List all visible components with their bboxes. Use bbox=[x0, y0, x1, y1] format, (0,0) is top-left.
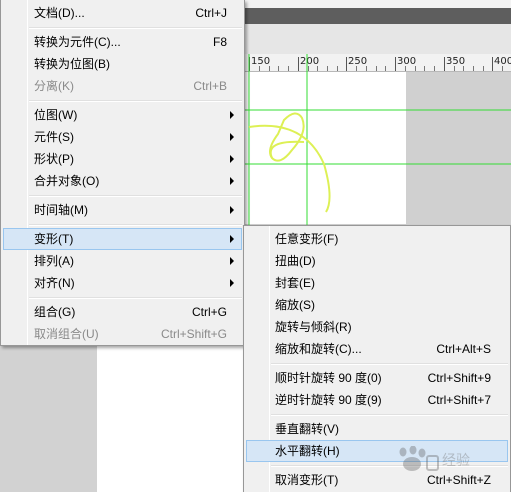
menu-item-shortcut: Ctrl+Shift+G bbox=[160, 327, 227, 341]
menu-item-label: 旋转与倾斜(R) bbox=[275, 320, 352, 334]
menu-item-align[interactable]: 对齐(N) bbox=[3, 272, 242, 294]
document-tab-strip bbox=[244, 24, 511, 54]
menu-separator bbox=[271, 363, 508, 365]
menu-item-label: 缩放和旋转(C)... bbox=[275, 342, 362, 356]
menu-item-free-transform[interactable]: 任意变形(F) bbox=[246, 228, 508, 250]
menu-item-rotate-90-ccw[interactable]: 逆时针旋转 90 度(9) Ctrl+Shift+7 bbox=[246, 389, 508, 411]
menu-item-label: 顺时针旋转 90 度(0) bbox=[275, 371, 382, 385]
menu-item-label: 合并对象(O) bbox=[34, 174, 100, 188]
menu-item-scale[interactable]: 缩放(S) bbox=[246, 294, 508, 316]
menu-item-shortcut: Ctrl+B bbox=[193, 79, 227, 93]
menu-item-label: 元件(S) bbox=[34, 130, 74, 144]
menu-item-shortcut: Ctrl+G bbox=[191, 305, 227, 319]
watermark: 经验 bbox=[394, 444, 502, 474]
menu-item-label: 转换为位图(B) bbox=[34, 57, 110, 71]
menu-separator bbox=[29, 195, 242, 197]
stage-canvas[interactable] bbox=[244, 72, 406, 224]
menu-item-scale-and-rotate[interactable]: 缩放和旋转(C)... Ctrl+Alt+S bbox=[246, 338, 508, 360]
menu-item-label: 任意变形(F) bbox=[275, 232, 339, 246]
menu-item-label: 垂直翻转(V) bbox=[275, 422, 339, 436]
horizontal-ruler[interactable]: 150 200 250 300 350 400 bbox=[244, 54, 511, 72]
menu-item-bitmap[interactable]: 位图(W) bbox=[3, 104, 242, 126]
menu-separator bbox=[271, 414, 508, 416]
submenu-arrow-icon bbox=[230, 133, 234, 141]
menu-item-label: 排列(A) bbox=[34, 254, 74, 268]
menu-item-label: 组合(G) bbox=[34, 305, 76, 319]
menu-item-label: 形状(P) bbox=[34, 152, 74, 166]
menu-item-rotate-and-skew[interactable]: 旋转与倾斜(R) bbox=[246, 316, 508, 338]
submenu-arrow-icon bbox=[230, 177, 234, 185]
menu-item-label: 文档(D)... bbox=[34, 6, 85, 20]
ruler-label: 200 bbox=[300, 56, 320, 67]
menu-item-transform[interactable]: 变形(T) bbox=[3, 228, 242, 250]
ruler-label: 350 bbox=[446, 56, 466, 67]
menu-item-shortcut: F8 bbox=[212, 35, 227, 49]
ruler-label: 150 bbox=[251, 56, 271, 67]
menu-item-convert-to-symbol[interactable]: 转换为元件(C)... F8 bbox=[3, 31, 242, 53]
submenu-arrow-icon bbox=[230, 155, 234, 163]
menu-separator bbox=[29, 27, 242, 29]
menu-item-break-apart: 分离(K) Ctrl+B bbox=[3, 75, 242, 97]
menu-item-distort[interactable]: 扭曲(D) bbox=[246, 250, 508, 272]
menu-item-rotate-90-cw[interactable]: 顺时针旋转 90 度(0) Ctrl+Shift+9 bbox=[246, 367, 508, 389]
menu-item-label: 取消组合(U) bbox=[34, 327, 99, 341]
menu-item-label: 时间轴(M) bbox=[34, 203, 88, 217]
menu-separator bbox=[29, 224, 242, 226]
menu-item-symbol[interactable]: 元件(S) bbox=[3, 126, 242, 148]
ruler-label: 400 bbox=[494, 56, 511, 67]
document-title-bar bbox=[244, 8, 511, 24]
menu-item-label: 分离(K) bbox=[34, 79, 74, 93]
menu-item-document[interactable]: 文档(D)... Ctrl+J bbox=[3, 2, 242, 24]
menu-item-label: 缩放(S) bbox=[275, 298, 315, 312]
menu-item-label: 取消变形(T) bbox=[275, 473, 339, 487]
paw-logo-icon bbox=[399, 446, 439, 471]
menu-item-combine-objects[interactable]: 合并对象(O) bbox=[3, 170, 242, 192]
menu-item-ungroup: 取消组合(U) Ctrl+Shift+G bbox=[3, 323, 242, 345]
menu-item-label: 对齐(N) bbox=[34, 276, 75, 290]
menu-item-shortcut: Ctrl+J bbox=[195, 6, 227, 20]
menu-item-label: 转换为元件(C)... bbox=[34, 35, 121, 49]
submenu-arrow-icon bbox=[230, 111, 234, 119]
menu-item-label: 水平翻转(H) bbox=[275, 444, 340, 458]
stage-canvas-lower[interactable] bbox=[97, 340, 243, 492]
submenu-arrow-icon bbox=[230, 279, 234, 287]
menu-item-envelope[interactable]: 封套(E) bbox=[246, 272, 508, 294]
submenu-arrow-icon bbox=[230, 206, 234, 214]
menu-separator bbox=[29, 100, 242, 102]
menu-item-label: 逆时针旋转 90 度(9) bbox=[275, 393, 382, 407]
menu-item-label: 封套(E) bbox=[275, 276, 315, 290]
menu-item-label: 位图(W) bbox=[34, 108, 78, 122]
menu-item-convert-to-bitmap[interactable]: 转换为位图(B) bbox=[3, 53, 242, 75]
menu-item-group[interactable]: 组合(G) Ctrl+G bbox=[3, 301, 242, 323]
menu-item-flip-vertical[interactable]: 垂直翻转(V) bbox=[246, 418, 508, 440]
ruler-label: 250 bbox=[348, 56, 368, 67]
menu-item-shortcut: Ctrl+Shift+Z bbox=[426, 473, 491, 487]
menu-item-arrange[interactable]: 排列(A) bbox=[3, 250, 242, 272]
menu-item-shortcut: Ctrl+Shift+9 bbox=[427, 371, 491, 385]
modify-menu: 文档(D)... Ctrl+J 转换为元件(C)... F8 转换为位图(B) … bbox=[0, 0, 245, 346]
menu-item-label: 扭曲(D) bbox=[275, 254, 316, 268]
submenu-arrow-icon bbox=[230, 257, 234, 265]
menu-item-shortcut: Ctrl+Alt+S bbox=[436, 342, 491, 356]
submenu-arrow-icon bbox=[230, 235, 234, 243]
ruler-label: 300 bbox=[397, 56, 417, 67]
menu-item-shape[interactable]: 形状(P) bbox=[3, 148, 242, 170]
menu-item-label: 变形(T) bbox=[34, 232, 74, 246]
menu-item-timeline[interactable]: 时间轴(M) bbox=[3, 199, 242, 221]
watermark-text: 经验 bbox=[442, 453, 470, 469]
menu-separator bbox=[29, 297, 242, 299]
menu-item-shortcut: Ctrl+Shift+7 bbox=[427, 393, 491, 407]
